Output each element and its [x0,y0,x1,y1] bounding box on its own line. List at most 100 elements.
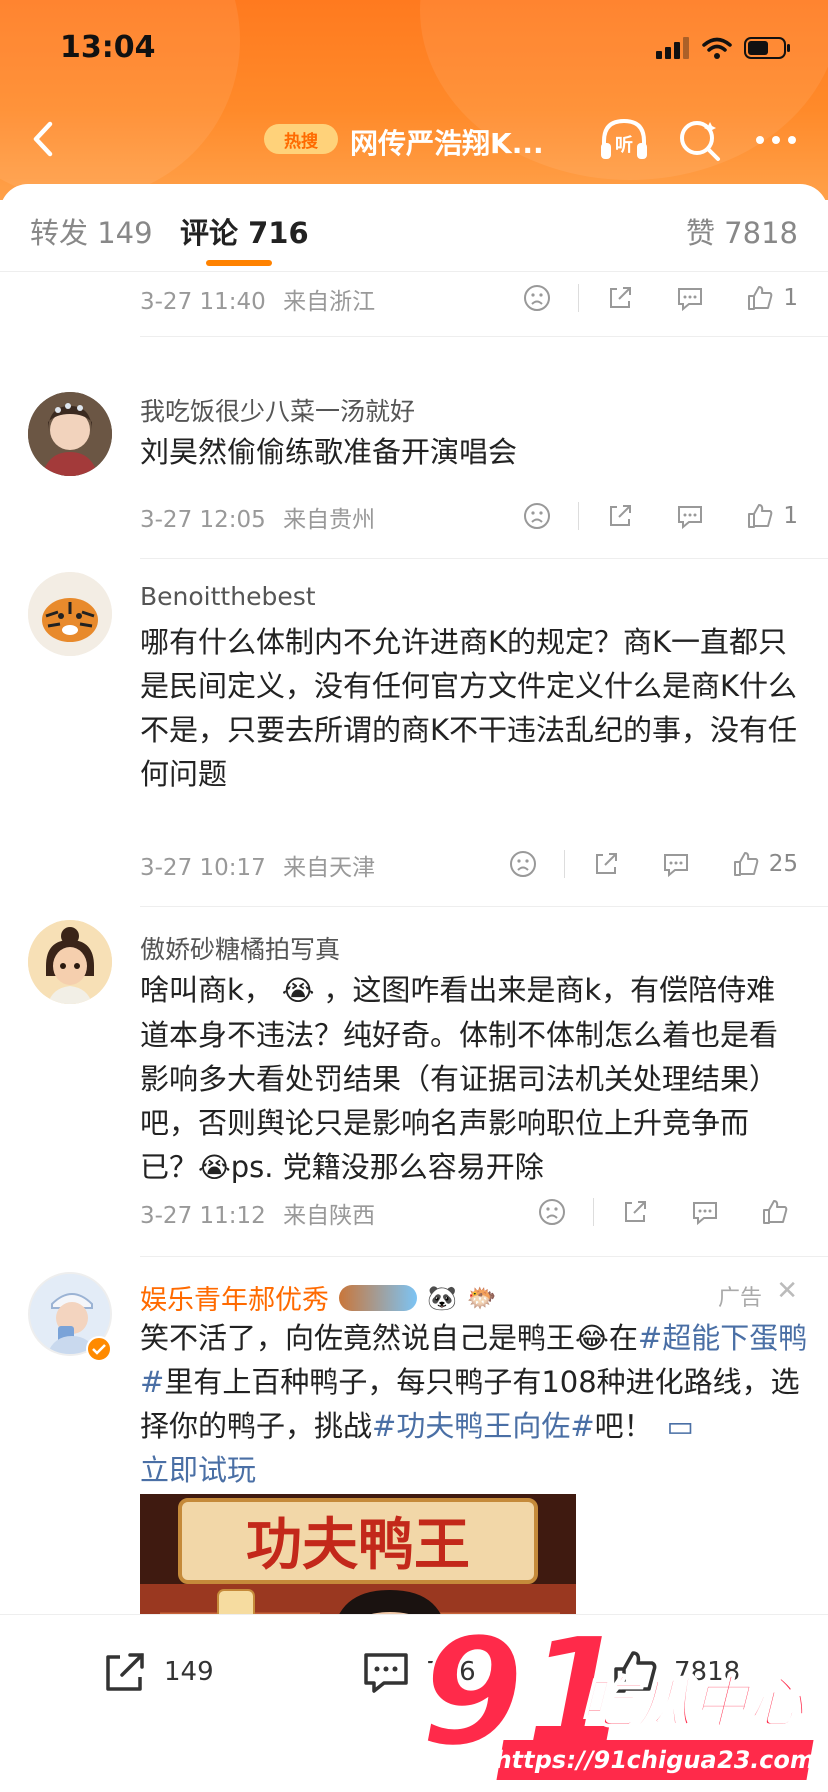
wifi-icon [702,37,732,59]
search-button[interactable] [672,112,728,168]
separator [593,1198,594,1226]
thumbs-up-icon [763,1200,788,1224]
thumbs-up-icon [748,286,773,310]
share-icon [610,287,632,308]
comment-location: 来自贵州 [283,507,376,533]
reply-button[interactable] [675,278,705,318]
crying-emoji-icon: 😭 [198,1151,231,1184]
share-button[interactable] [591,844,621,884]
reply-button[interactable] [690,1192,720,1232]
comment-actions: 1 [522,496,798,536]
battery-icon [744,37,790,59]
like-count: 25 [768,851,798,877]
watermark-name: 吃瓜中心 [579,1670,805,1737]
like-button[interactable] [760,1192,798,1232]
ad-username[interactable]: 娱乐青年郝优秀 🐼 🐡 [140,1278,497,1317]
header-bar: 13:04 热搜 网传严浩翔K... 听 [0,0,828,200]
comment-username[interactable]: Benoitthebest [140,582,316,611]
tab-bar: 转发 149 评论 716 赞 7818 [0,184,828,272]
close-ad-button[interactable]: ✕ [776,1276,798,1306]
comment-meta: 3-27 10:17 来自天津 [140,848,375,882]
tab-repost[interactable]: 转发 149 [30,210,153,252]
avatar[interactable] [28,572,112,656]
comment-text: 哪有什么体制内不允许进商K的规定？商K一直都只是民间定义，没有任何官方文件定义什… [140,625,798,791]
comment-icon [364,1653,408,1693]
avatar-image [28,920,112,1004]
comment-meta: 3-27 11:12 来自陕西 [140,1196,375,1230]
comment-location: 来自天津 [283,855,376,881]
like-button[interactable]: 1 [745,496,798,536]
like-count: 1 [783,503,798,529]
comment-location: 来自浙江 [283,289,376,315]
verified-badge-icon [86,1336,112,1362]
share-icon [610,505,632,526]
share-icon [595,853,617,874]
comment-time: 3-27 12:05 [140,507,266,533]
signal-icon [656,37,689,59]
dislike-button[interactable] [522,278,552,318]
reply-button[interactable] [661,844,691,884]
tab-comment[interactable]: 评论 716 [180,210,309,252]
ad-text: 笑不活了，向佐竟然说自己是鸭王😂在#超能下蛋鸭#里有上百种鸭子，每只鸭子有108… [140,1321,808,1487]
separator [578,284,580,312]
avatar[interactable] [28,392,112,476]
avatar-image [28,572,112,656]
dislike-button[interactable] [522,496,552,536]
separator [578,502,580,530]
page-title[interactable]: 网传严浩翔K... [350,122,544,162]
comment-username[interactable]: 傲娇砂糖橘拍写真 [140,930,340,966]
divider [140,558,828,559]
comment-username[interactable]: 我吃饭很少八菜一汤就好 [140,392,415,428]
tab-like[interactable]: 赞 7818 [686,210,798,252]
comment-time: 3-27 10:17 [140,855,266,881]
tab-indicator [206,260,272,266]
reply-button[interactable] [675,496,705,536]
vip-badge-icon [339,1284,417,1311]
laughing-emoji-icon: 😂 [575,1321,609,1355]
comment-actions: 1 [522,278,798,318]
share-button[interactable] [605,496,635,536]
avatar[interactable] [28,920,112,1004]
crying-emoji-icon: 😭 [272,974,324,1007]
back-icon [33,121,53,157]
avatar-image [28,392,112,476]
frown-icon [524,285,551,311]
divider [140,336,828,337]
comment-time: 3-27 11:12 [140,1203,266,1229]
dislike-button[interactable] [508,844,538,884]
separator [563,850,565,878]
hot-search-badge: 热搜 [264,124,338,154]
svg-text:功夫鸭王: 功夫鸭王 [246,1513,470,1578]
share-icon [106,1653,144,1691]
more-icon [756,136,796,144]
like-button[interactable]: 1 [745,278,798,318]
listen-button[interactable]: 听 [596,112,652,168]
search-icon [680,121,720,161]
thumbs-up-icon [748,504,773,528]
status-time: 13:04 [60,30,156,65]
repost-count: 149 [164,1657,214,1687]
like-count: 1 [783,285,798,311]
share-button[interactable] [620,1192,650,1232]
comment-actions [537,1192,798,1232]
comment-time: 3-27 11:40 [140,289,266,315]
watermark: 91 吃瓜中心 https://91chigua23.com [419,1617,820,1788]
back-button[interactable] [20,114,70,164]
share-button[interactable] [605,278,635,318]
repost-button[interactable]: 149 [100,1647,214,1697]
watermark-url: https://91chigua23.com [492,1740,818,1780]
dislike-button[interactable] [537,1192,567,1232]
headphones-icon: 听 [601,118,647,159]
video-icon: ▭ [666,1409,695,1443]
topic-link[interactable]: #功夫鸭王向佐# [372,1409,595,1443]
thumbs-up-icon [733,852,759,876]
frown-icon [509,851,536,877]
svg-text:听: 听 [615,134,633,156]
try-now-link[interactable]: 立即试玩 [140,1453,256,1487]
frown-icon [524,503,551,529]
more-button[interactable] [748,112,804,168]
comment-icon [678,506,703,530]
like-button[interactable]: 25 [731,844,798,884]
comment-actions: 25 [508,844,798,884]
fish-icon: 🐡 [466,1283,497,1312]
